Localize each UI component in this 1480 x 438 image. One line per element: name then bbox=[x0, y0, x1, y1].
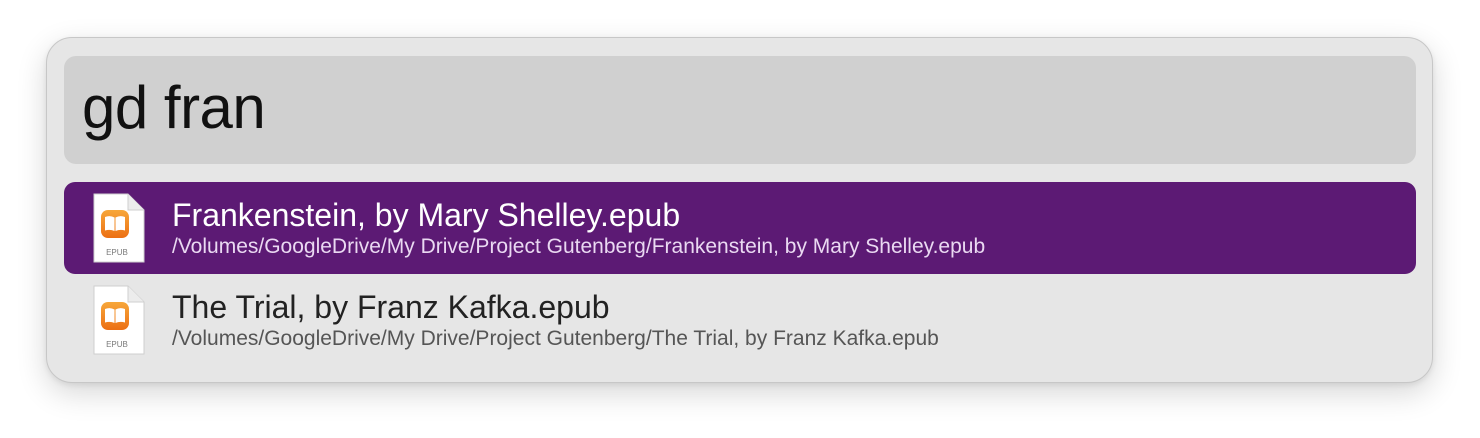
launcher-window: gd fran EPUB Frankenstein, by Mary Shell… bbox=[46, 37, 1433, 383]
epub-file-icon: EPUB bbox=[93, 193, 145, 263]
result-title: Frankenstein, by Mary Shelley.epub bbox=[172, 197, 681, 233]
result-path: /Volumes/GoogleDrive/My Drive/Project Gu… bbox=[172, 235, 986, 258]
search-field[interactable]: gd fran bbox=[64, 56, 1416, 164]
search-input[interactable]: gd fran bbox=[82, 78, 266, 138]
result-title: The Trial, by Franz Kafka.epub bbox=[172, 289, 610, 325]
result-item[interactable]: EPUB The Trial, by Franz Kafka.epub /Vol… bbox=[64, 274, 1416, 366]
result-path: /Volumes/GoogleDrive/My Drive/Project Gu… bbox=[172, 327, 939, 350]
epub-file-icon: EPUB bbox=[93, 285, 145, 355]
icon-label: EPUB bbox=[106, 248, 128, 257]
result-item-selected[interactable]: EPUB Frankenstein, by Mary Shelley.epub … bbox=[64, 182, 1416, 274]
icon-label: EPUB bbox=[106, 340, 128, 349]
